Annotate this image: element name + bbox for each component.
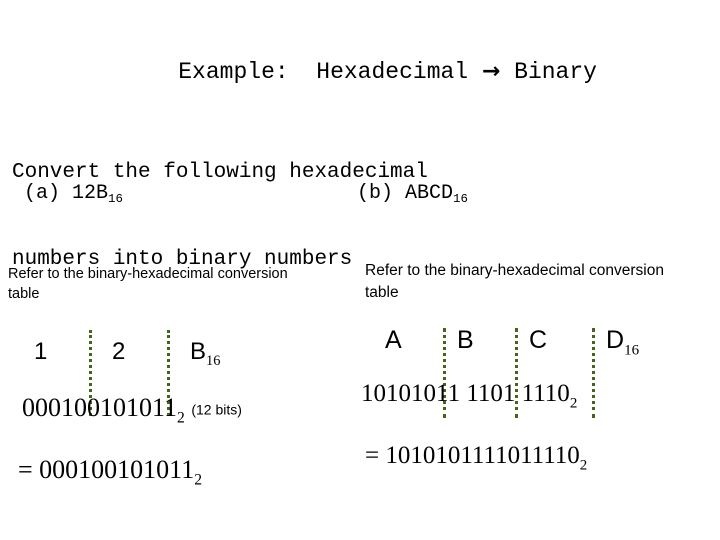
result-prefix-right: =	[365, 442, 386, 469]
right-arrow-icon: →	[481, 59, 501, 84]
binary-group: 1101	[466, 380, 516, 407]
binary-group: 1110	[521, 380, 570, 407]
hex-digit: A	[385, 326, 402, 354]
part-a: (a) 12B16	[24, 182, 123, 206]
part-a-label: (a)	[24, 182, 61, 205]
part-b-base: 16	[453, 191, 468, 206]
part-b-label: (b)	[357, 182, 394, 205]
binary-groups-row-right: 10101011 1101 11102	[361, 380, 577, 412]
parts-row: (a) 12B16 (b) ABCD16	[12, 182, 712, 212]
binary-group: 1010	[361, 380, 411, 407]
binary-group: 0001	[22, 393, 74, 422]
hex-digit: 2	[112, 338, 126, 365]
result-row-left: = 0001001010112	[18, 455, 202, 490]
part-a-value: 12B	[72, 182, 109, 205]
binary-group: 1011	[126, 393, 178, 422]
slide-canvas: Example: Hexadecimal → Binary Convert th…	[0, 0, 720, 540]
bits-note-left: (12 bits)	[191, 401, 242, 418]
part-b: (b) ABCD16	[357, 182, 468, 206]
conversion-table-note-left: Refer to the binary-hexadecimal conversi…	[8, 264, 308, 304]
title-suffix: Binary	[500, 59, 597, 85]
hex-digits-row-right: A B C D16	[385, 326, 639, 359]
hex-digits-row-left: 1 2 B16	[34, 338, 220, 370]
binary-base-left: 2	[177, 409, 185, 427]
binary-group: 1011	[411, 380, 461, 407]
title-prefix: Example: Hexadecimal	[178, 59, 482, 85]
result-value-right: 1010101111011110	[385, 442, 580, 469]
part-b-value: ABCD	[405, 182, 454, 205]
result-base-right: 2	[579, 457, 588, 474]
hex-digit: D	[606, 326, 625, 354]
binary-groups-row-left: 0001001010112 (12 bits)	[22, 393, 242, 428]
hex-digit: 1	[34, 338, 48, 365]
solution-column-a: Refer to the binary-hexadecimal conversi…	[0, 258, 355, 528]
hex-digit: B	[457, 326, 474, 354]
hex-digit: C	[529, 326, 548, 354]
conversion-table-note-right: Refer to the binary-hexadecimal conversi…	[365, 260, 675, 304]
result-row-right: = 10101011110111102	[365, 442, 587, 474]
hex-base-right: 16	[624, 342, 640, 359]
note-right-line-1: Refer to the binary-hexadecimal	[365, 262, 585, 279]
note-left-line-1: Refer to the binary-hexadecimal	[8, 266, 214, 282]
hex-digit: B	[190, 338, 207, 365]
hex-base-left: 16	[206, 353, 221, 370]
part-a-base: 16	[108, 191, 123, 206]
solution-column-b: Refer to the binary-hexadecimal conversi…	[355, 252, 720, 528]
binary-group: 0010	[74, 393, 126, 422]
result-base-left: 2	[194, 471, 203, 489]
result-prefix-left: =	[18, 455, 40, 484]
binary-base-right: 2	[569, 395, 578, 412]
result-value-left: 000100101011	[39, 455, 195, 484]
